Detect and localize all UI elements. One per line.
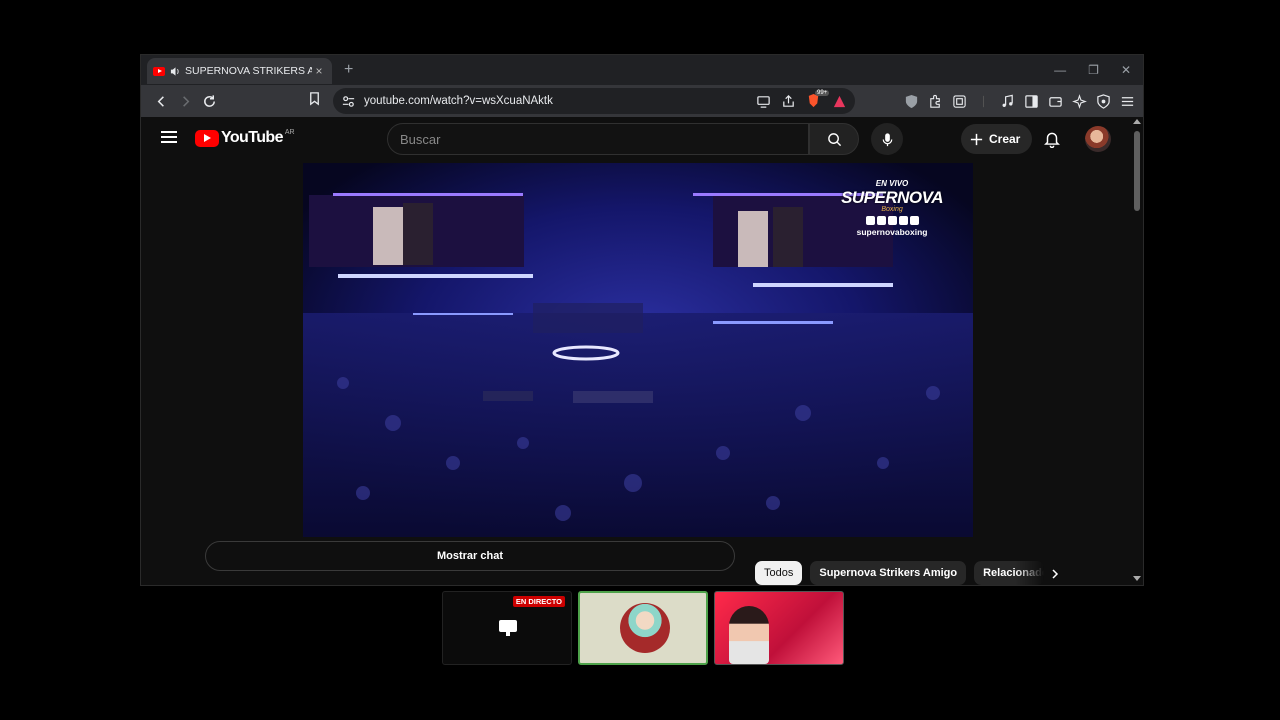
browser-toolbar: youtube.com/watch?v=wsXcuaNAktk 99+ bbox=[141, 85, 1143, 117]
scroll-down-arrow-icon[interactable] bbox=[1133, 576, 1141, 581]
show-chat-button[interactable]: Mostrar chat bbox=[205, 541, 735, 571]
chip-channel[interactable]: Supernova Strikers Amigo bbox=[810, 561, 967, 585]
sidebar-icon[interactable] bbox=[1024, 94, 1039, 109]
brave-badge: 99+ bbox=[815, 90, 830, 96]
window-thumbnails: EN DIRECTO bbox=[442, 591, 844, 665]
create-button[interactable]: Crear bbox=[961, 124, 1033, 154]
overlay-handle: supernovaboxing bbox=[856, 227, 928, 237]
back-button[interactable] bbox=[149, 89, 173, 113]
search-box[interactable] bbox=[387, 123, 809, 155]
forward-button[interactable] bbox=[173, 89, 197, 113]
extension-icons bbox=[904, 85, 1135, 117]
screen: SUPERNOVA STRIKERS AMIGO × + — ❐ ✕ bbox=[0, 0, 1280, 720]
monitor-icon bbox=[499, 620, 517, 636]
reload-icon bbox=[203, 94, 215, 107]
bookmark-icon bbox=[310, 92, 319, 106]
minimize-button[interactable]: — bbox=[1054, 63, 1066, 77]
create-label: Crear bbox=[989, 132, 1021, 146]
leo-ai-icon[interactable] bbox=[1072, 93, 1087, 109]
chip-todos[interactable]: Todos bbox=[755, 561, 803, 585]
anime-character-image bbox=[620, 603, 670, 653]
scrollbar-thumb[interactable] bbox=[1134, 131, 1140, 211]
address-bar[interactable]: youtube.com/watch?v=wsXcuaNAktk 99+ bbox=[333, 88, 855, 114]
forward-arrow-icon bbox=[182, 95, 189, 107]
restore-button[interactable]: ❐ bbox=[1088, 63, 1099, 77]
youtube-logo[interactable]: YouTube AR bbox=[195, 129, 295, 147]
chevron-right-icon bbox=[1052, 569, 1059, 579]
tiktok-icon bbox=[898, 216, 908, 225]
menu-icon[interactable] bbox=[1120, 94, 1135, 109]
window-controls: — ❐ ✕ bbox=[1054, 55, 1137, 85]
brave-rewards-icon[interactable] bbox=[832, 94, 847, 109]
live-label: EN VIVO bbox=[875, 179, 909, 188]
thumbnail-live-window[interactable]: EN DIRECTO bbox=[442, 591, 572, 665]
instagram-icon bbox=[887, 216, 897, 225]
microphone-icon bbox=[882, 132, 892, 146]
page-scrollbar[interactable] bbox=[1131, 117, 1143, 585]
browser-window: SUPERNOVA STRIKERS AMIGO × + — ❐ ✕ bbox=[140, 54, 1144, 586]
media-music-icon[interactable] bbox=[1000, 94, 1015, 109]
speaker-icon[interactable] bbox=[170, 66, 181, 77]
extensions-puzzle-icon[interactable] bbox=[928, 94, 943, 109]
plus-icon bbox=[970, 133, 983, 145]
youtube-icon bbox=[876, 216, 886, 225]
chips-next-button[interactable] bbox=[1049, 567, 1061, 585]
cast-icon[interactable] bbox=[756, 94, 771, 109]
youtube-page: YouTube AR Crear bbox=[141, 117, 1133, 585]
browser-tab[interactable]: SUPERNOVA STRIKERS AMIGO × bbox=[147, 58, 332, 84]
scroll-up-arrow-icon[interactable] bbox=[1133, 119, 1141, 124]
tab-title: SUPERNOVA STRIKERS AMIGO bbox=[185, 65, 312, 77]
ublock-shield-icon[interactable] bbox=[904, 94, 919, 109]
share-icon[interactable] bbox=[781, 94, 796, 109]
thumbnail-stream-window[interactable] bbox=[714, 591, 844, 665]
bell-icon bbox=[1044, 132, 1060, 149]
country-code: AR bbox=[284, 128, 295, 136]
url-text[interactable]: youtube.com/watch?v=wsXcuaNAktk bbox=[364, 95, 756, 107]
wallet-icon[interactable] bbox=[1048, 94, 1063, 109]
voice-search-button[interactable] bbox=[871, 123, 903, 155]
screenshot-icon[interactable] bbox=[952, 94, 967, 109]
tab-bar: SUPERNOVA STRIKERS AMIGO × + — ❐ ✕ bbox=[141, 55, 1143, 85]
overlay-brand: SUPERNOVA bbox=[841, 188, 943, 207]
streamer-image bbox=[729, 606, 769, 664]
youtube-header: YouTube AR Crear bbox=[141, 117, 1133, 161]
new-tab-button[interactable]: + bbox=[344, 61, 353, 79]
youtube-play-icon bbox=[195, 129, 219, 147]
brave-shields-button[interactable]: 99+ bbox=[806, 90, 830, 109]
search-button[interactable] bbox=[809, 123, 859, 155]
video-player[interactable]: EN VIVO SUPERNOVA Boxing supernovaboxing bbox=[303, 163, 973, 537]
notifications-button[interactable] bbox=[1043, 130, 1061, 153]
twitch-icon bbox=[865, 216, 875, 225]
bookmark-button[interactable] bbox=[307, 91, 322, 111]
search-icon bbox=[827, 132, 841, 146]
social-icons bbox=[841, 216, 943, 225]
live-badge: EN DIRECTO bbox=[512, 596, 565, 607]
video-brand-overlay: EN VIVO SUPERNOVA Boxing supernovaboxing bbox=[841, 179, 943, 237]
reload-button[interactable] bbox=[197, 89, 221, 113]
account-avatar[interactable] bbox=[1085, 126, 1111, 152]
thumbnail-anime-window[interactable] bbox=[578, 591, 708, 665]
tab-close-icon[interactable]: × bbox=[312, 64, 326, 78]
site-info-icon[interactable] bbox=[341, 94, 356, 109]
divider-icon bbox=[983, 95, 984, 107]
youtube-wordmark: YouTube bbox=[221, 129, 283, 146]
vpn-shield-icon[interactable] bbox=[1096, 93, 1111, 109]
address-bar-actions: 99+ bbox=[756, 90, 847, 109]
filter-chips: Todos Supernova Strikers Amigo Relaciona… bbox=[755, 561, 1045, 585]
back-arrow-icon bbox=[157, 95, 164, 107]
facebook-icon bbox=[909, 216, 919, 225]
guide-menu-icon[interactable] bbox=[161, 131, 177, 143]
chip-relacionados[interactable]: Relacionados bbox=[974, 561, 1045, 585]
close-window-button[interactable]: ✕ bbox=[1121, 63, 1131, 77]
youtube-favicon-icon bbox=[153, 66, 165, 76]
search-input[interactable] bbox=[400, 131, 808, 147]
